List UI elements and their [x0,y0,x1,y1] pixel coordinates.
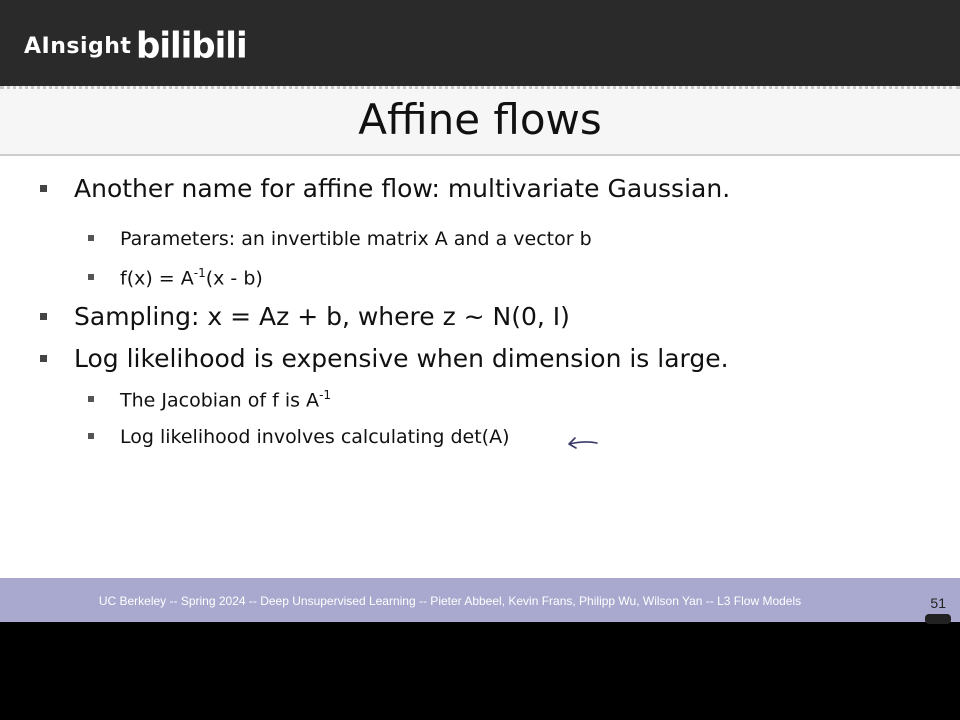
bullet-marker [88,432,94,439]
sub-bullet-fx: f(x) = A-1(x - b) [88,266,263,289]
sub-bullet-jacobian: The Jacobian of f is A-1 [88,388,331,411]
footer-text: UC Berkeley -- Spring 2024 -- Deep Unsup… [98,594,802,608]
bullet-marker [88,234,94,241]
brand-text: AInsight [24,34,132,59]
bullet-log-likelihood: Log likelihood is expensive when dimensi… [40,344,729,373]
slide: Affine flows Another name for affine flo… [0,86,960,578]
bullet-marker [40,184,47,192]
bilibili-logo: bilibili [136,25,248,67]
title-bar: Affine flows [0,86,960,156]
bullet-marker [40,312,47,320]
camera-icon [925,614,951,624]
slide-footer: UC Berkeley -- Spring 2024 -- Deep Unsup… [0,578,960,622]
video-topbar: AInsight bilibili [0,0,960,86]
bullet-sampling: Sampling: x = Az + b, where z ~ N(0, I) [40,302,570,331]
handwritten-arrow-icon [568,437,598,449]
slide-title: Affine flows [358,95,602,144]
sub-bullet-det: Log likelihood involves calculating det(… [88,426,510,448]
bullet-marker [88,395,94,402]
bullet-marker [88,273,94,280]
bullet-marker [40,354,47,362]
page-number: 51 [930,595,946,611]
sub-bullet-parameters: Parameters: an invertible matrix A and a… [88,228,592,250]
bullet-affine-gaussian: Another name for affine flow: multivaria… [40,174,730,203]
